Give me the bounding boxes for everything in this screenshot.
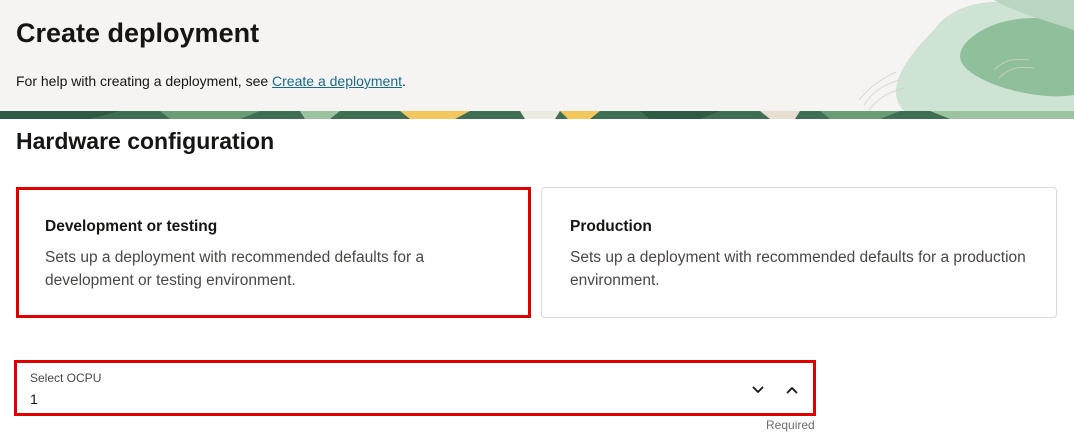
required-hint: Required [766, 418, 815, 432]
chevron-down-icon [752, 386, 764, 393]
header-decoration [858, 0, 1074, 111]
create-deployment-link[interactable]: Create a deployment [272, 73, 402, 89]
production-option[interactable]: Production Sets up a deployment with rec… [541, 187, 1057, 318]
help-text-suffix: . [402, 73, 406, 89]
decorative-band [0, 111, 1074, 119]
chevron-up-icon [786, 387, 798, 394]
ocpu-stepper[interactable]: Select OCPU 1 [14, 360, 816, 416]
help-text: For help with creating a deployment, see… [16, 73, 406, 89]
help-text-prefix: For help with creating a deployment, see [16, 73, 273, 89]
hardware-configuration-heading: Hardware configuration [16, 128, 275, 154]
page-title: Create deployment [16, 18, 260, 48]
decrement-button[interactable] [745, 377, 771, 403]
option-title: Development or testing [45, 218, 218, 235]
development-testing-option[interactable]: Development or testing Sets up a deploym… [16, 187, 531, 318]
increment-button[interactable] [779, 377, 805, 403]
option-title: Production [570, 218, 652, 235]
option-description: Sets up a deployment with recommended de… [45, 249, 425, 289]
ocpu-input[interactable]: 1 [30, 391, 38, 407]
option-description: Sets up a deployment with recommended de… [570, 249, 1026, 289]
page-header: Create deployment For help with creating… [0, 0, 1074, 111]
ocpu-label: Select OCPU [30, 371, 102, 385]
